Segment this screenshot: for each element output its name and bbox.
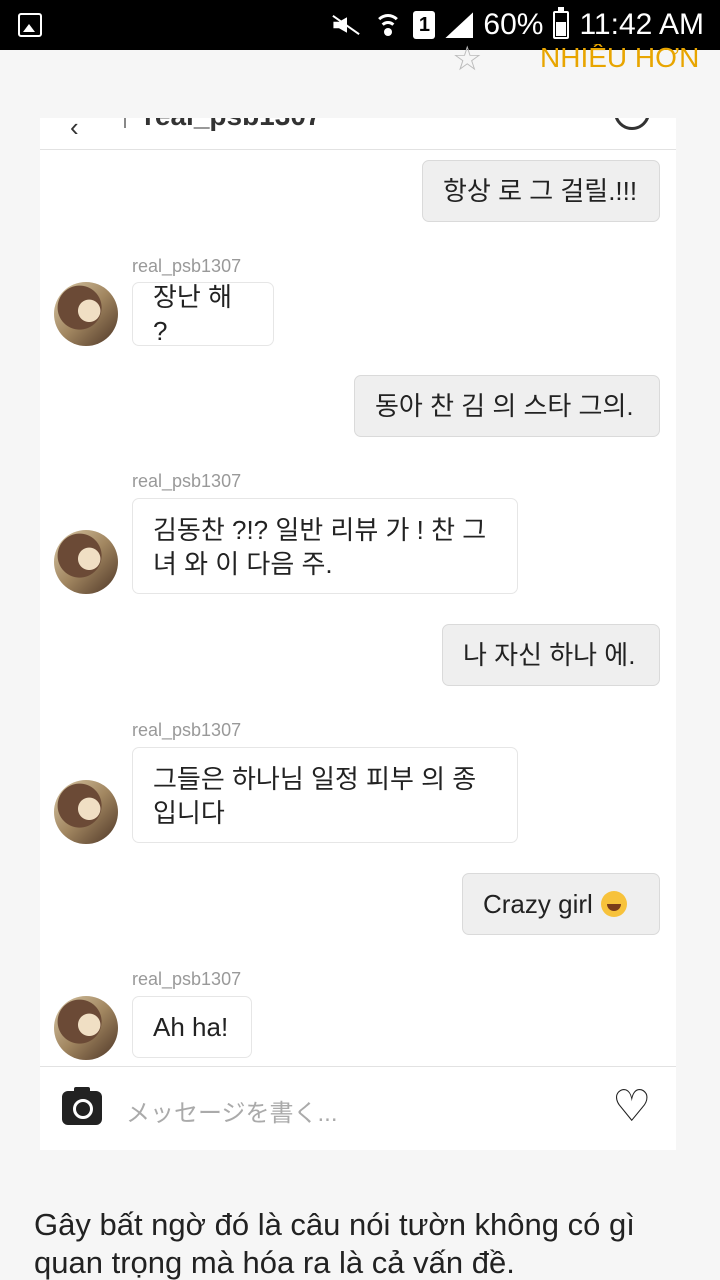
battery-icon <box>553 7 570 39</box>
sender-name: real_psb1307 <box>132 471 242 491</box>
chat-card: ‹ real_psb1307 항상 로 그 걸릴.!!! real_psb130… <box>40 118 676 1150</box>
heart-icon[interactable]: ♡ <box>612 1085 651 1129</box>
message-text-line: 입니다 <box>153 798 225 828</box>
message-incoming: 그들은 하나님 일정 피부 의 종 입니다 <box>132 747 518 843</box>
message-text: 항상 로 그 걸릴.!!! <box>443 176 638 206</box>
gallery-icon <box>18 13 42 37</box>
laughing-emoji-icon <box>600 891 627 917</box>
more-button[interactable]: NHIỀU HƠN <box>540 44 699 70</box>
message-text-line: 녀 와 이 다음 주. <box>153 549 333 579</box>
battery-percent: 60% <box>483 8 544 41</box>
chat-username: real_psb1307 <box>144 118 321 132</box>
message-outgoing: 나 자신 하나 에. <box>442 624 660 686</box>
message-outgoing: 항상 로 그 걸릴.!!! <box>422 160 660 222</box>
star-icon[interactable]: ☆ <box>452 44 482 72</box>
signal-icon <box>445 12 473 38</box>
back-icon[interactable]: ‹ <box>70 118 79 143</box>
message-incoming: 김동찬 ?!? 일반 리뷰 가 ! 찬 그 녀 와 이 다음 주. <box>132 498 518 594</box>
message-input[interactable]: メッセージを書く... <box>126 1093 338 1128</box>
wifi-icon <box>373 12 403 38</box>
avatar[interactable] <box>54 780 118 844</box>
status-bar: 1 60% 11:42 AM <box>0 0 720 50</box>
info-icon[interactable] <box>614 118 650 130</box>
clock: 11:42 AM <box>579 8 704 41</box>
avatar[interactable] <box>54 530 118 594</box>
message-incoming: 장난 해 ? <box>132 282 274 346</box>
sim-icon: 1 <box>413 11 436 39</box>
avatar[interactable] <box>54 282 118 346</box>
sender-name: real_psb1307 <box>132 969 242 989</box>
message-text: Crazy girl <box>483 889 593 919</box>
message-text: Ah ha! <box>153 1012 229 1042</box>
mute-icon <box>329 12 363 38</box>
sender-name: real_psb1307 <box>132 256 242 276</box>
caption-text: Gây bất ngờ đó là câu nói tườn không có … <box>34 1207 635 1280</box>
header-divider <box>124 118 126 128</box>
message-composer: メッセージを書く... ♡ <box>40 1066 676 1150</box>
message-text: 나 자신 하나 에. <box>463 640 636 670</box>
avatar[interactable] <box>54 996 118 1060</box>
message-outgoing: 동아 찬 김 의 스타 그의. <box>354 375 660 437</box>
message-outgoing: Crazy girl <box>462 873 660 935</box>
message-text: 장난 해 ? <box>153 282 232 346</box>
message-text-line: 김동찬 ?!? 일반 리뷰 가 ! 찬 그 <box>153 515 487 545</box>
message-text: 동아 찬 김 의 스타 그의. <box>375 391 634 421</box>
chat-header: ‹ real_psb1307 <box>40 118 676 150</box>
message-incoming: Ah ha! <box>132 996 252 1058</box>
status-icons: 1 60% 11:42 AM <box>329 0 704 50</box>
message-text-line: 그들은 하나님 일정 피부 의 종 <box>153 764 477 794</box>
sender-name: real_psb1307 <box>132 720 242 740</box>
camera-icon[interactable] <box>62 1087 102 1125</box>
